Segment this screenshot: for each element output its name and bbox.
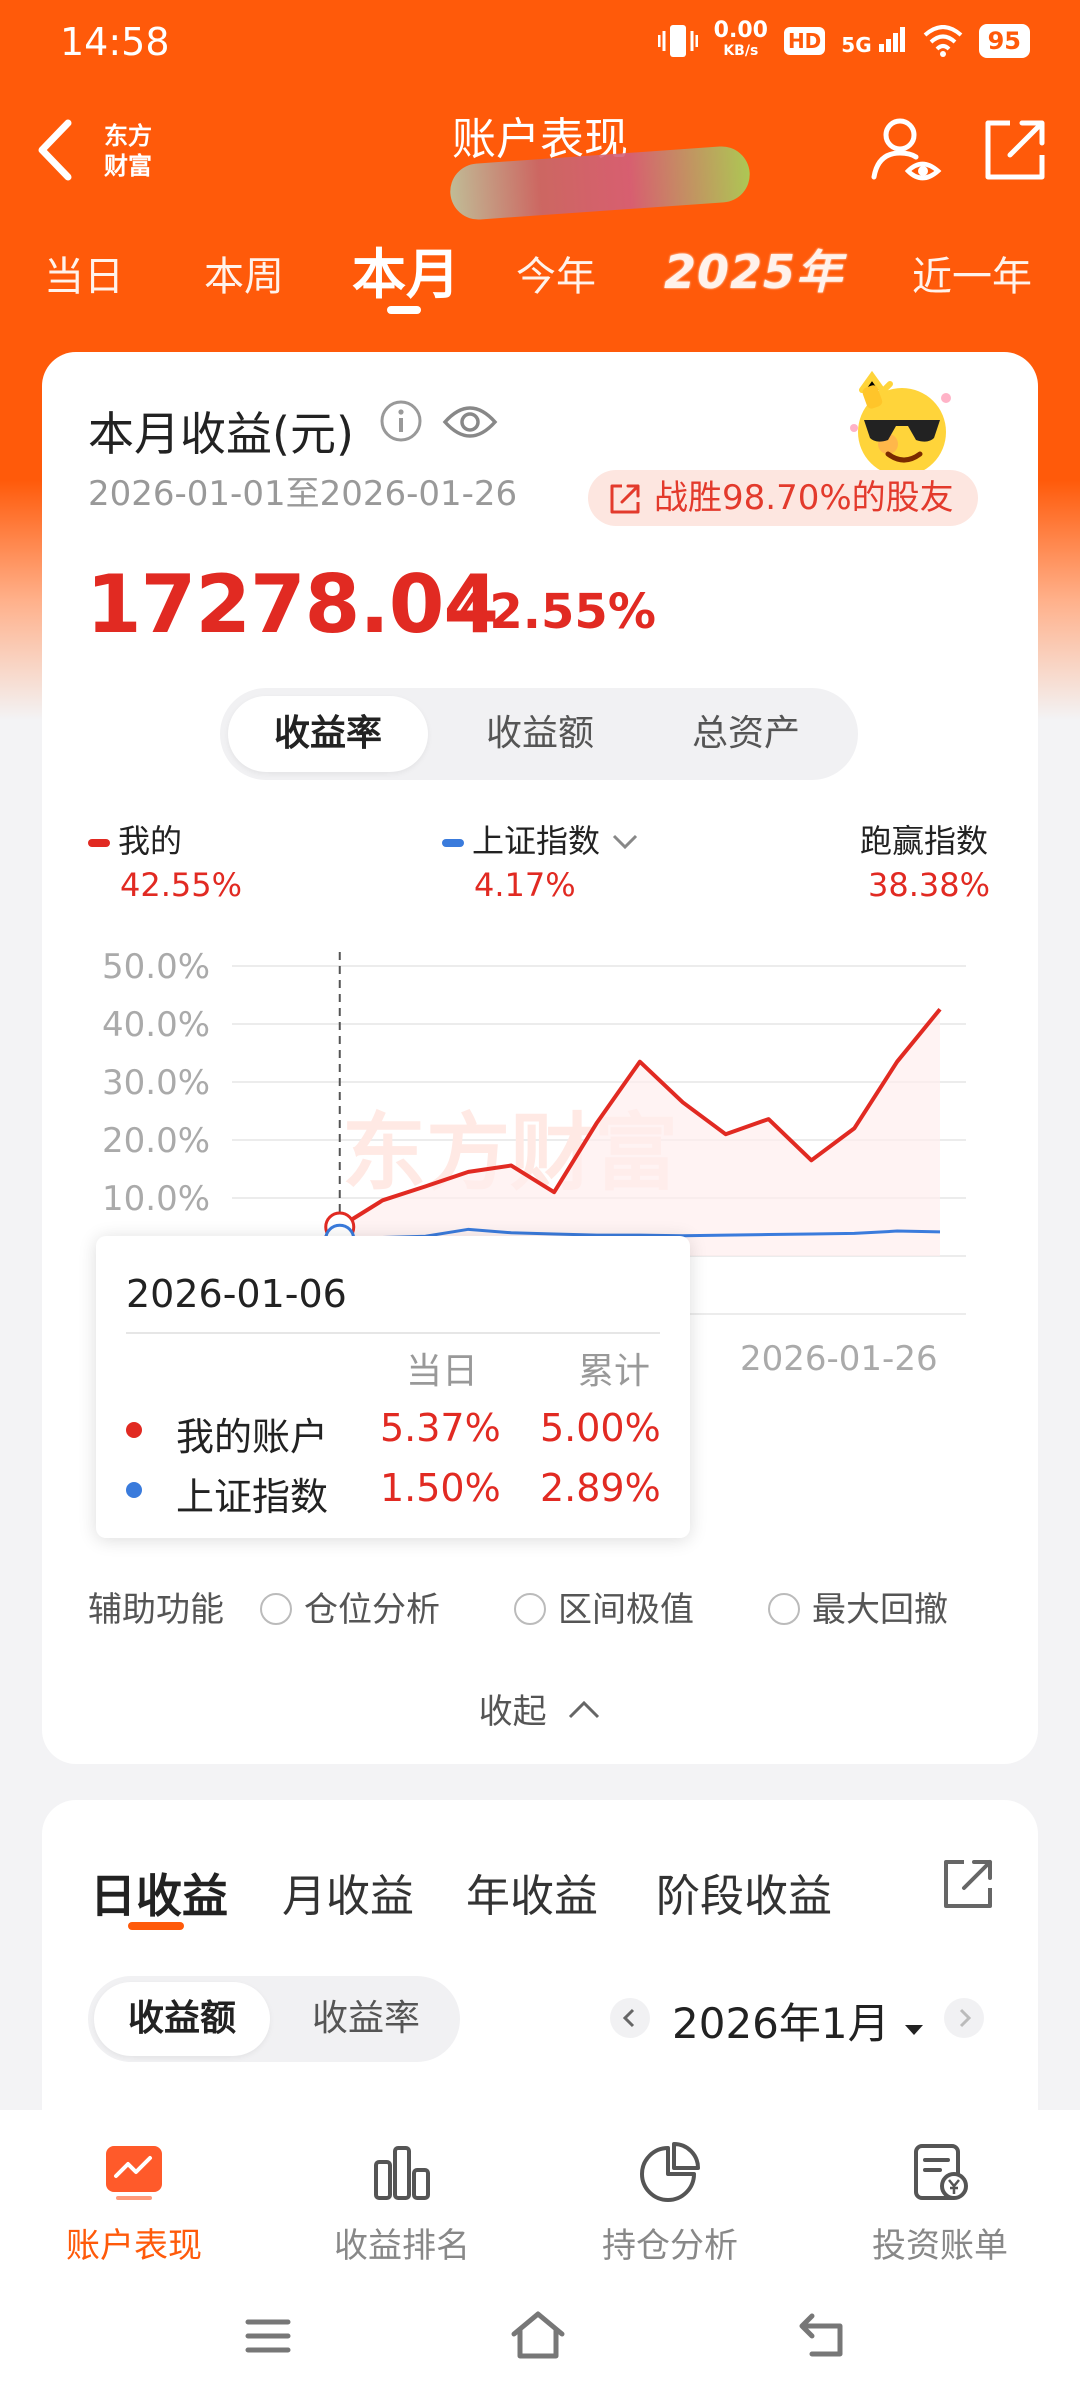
- vibrate-icon: [657, 25, 698, 57]
- radio-icon: [768, 1593, 800, 1625]
- legend-mine: 我的: [88, 816, 182, 862]
- tab-this-month[interactable]: 本月: [352, 230, 460, 309]
- month-next-button[interactable]: [944, 1998, 984, 2038]
- tooltip-col-total: 累计: [578, 1351, 651, 1392]
- chart-tooltip: 2026-01-06 当日 累计 我的账户 5.37% 5.00% 上证指数 1…: [96, 1236, 690, 1538]
- performance-card: 本月收益(元) 2026-01-01至2026-01-26 战胜98.70%的股…: [42, 352, 1038, 1764]
- tooltip-index-day: 1.50%: [380, 1466, 501, 1510]
- card-title: 本月收益(元): [88, 407, 354, 461]
- legend-index[interactable]: 上证指数: [442, 816, 640, 862]
- tooltip-mine-total: 5.00%: [540, 1406, 661, 1450]
- legend-mine-value: 42.55%: [120, 866, 243, 904]
- top-bar: 东方 财富 账户表现: [0, 95, 1080, 222]
- tooltip-index-total: 2.89%: [540, 1466, 661, 1510]
- aux-max-drawdown[interactable]: 最大回撤: [768, 1582, 948, 1631]
- status-time: 14:58: [60, 20, 170, 64]
- month-picker[interactable]: 2026年1月: [672, 1990, 925, 2051]
- metric-segmented-control: 收益率 收益额 总资产: [220, 688, 858, 780]
- back-icon[interactable]: [796, 2312, 848, 2358]
- aux-position-analysis[interactable]: 仓位分析: [260, 1582, 440, 1631]
- chevron-down-icon: [613, 834, 638, 850]
- status-icons: 0.00 KB/s HD 5G 95: [657, 18, 1030, 60]
- legend-index-value: 4.17%: [474, 866, 576, 904]
- profit-rate: 42.55%: [456, 584, 656, 640]
- sunglasses-emoji-icon: [850, 370, 951, 476]
- metric-total-assets[interactable]: 总资产: [646, 696, 846, 772]
- hd-badge: HD: [783, 27, 826, 55]
- legend-outperform-value: 38.38%: [868, 866, 991, 904]
- tab-this-year[interactable]: 今年: [516, 244, 596, 302]
- aux-label: 辅助功能: [88, 1590, 224, 1630]
- metric-profit-amount[interactable]: 收益额: [440, 696, 640, 772]
- info-icon[interactable]: [378, 398, 424, 444]
- home-icon[interactable]: [508, 2310, 568, 2360]
- tooltip-mine-day: 5.37%: [380, 1406, 501, 1450]
- month-prev-button[interactable]: [610, 1998, 650, 2038]
- legend-outperform: 跑赢指数: [860, 822, 989, 860]
- menu-icon[interactable]: [244, 2316, 292, 2356]
- account-view-icon[interactable]: [870, 115, 942, 187]
- tooltip-index-name: 上证指数: [176, 1475, 329, 1519]
- legend-mine-swatch: [88, 839, 110, 847]
- bar-chart-icon: [374, 2146, 430, 2200]
- chevron-left-icon: [622, 2008, 635, 2028]
- system-nav-bar: [0, 2200, 1080, 2360]
- beat-peers-badge[interactable]: 战胜98.70%的股友: [588, 470, 978, 526]
- wifi-icon: [923, 25, 962, 57]
- x-tick-label-end: 2026-01-26: [740, 1339, 938, 1379]
- share-icon[interactable]: [982, 117, 1048, 183]
- y-tick-label: 30.0%: [102, 1063, 210, 1103]
- tab-daily-profit[interactable]: 日收益: [90, 1860, 228, 1926]
- tab-stage-profit[interactable]: 阶段收益: [656, 1860, 832, 1924]
- profit-amount: 17278.04: [86, 558, 499, 651]
- y-tick-label: 10.0%: [102, 1179, 210, 1219]
- profit-metric-segmented-control: 收益额 收益率: [88, 1976, 460, 2062]
- tooltip-index-dot: [126, 1482, 142, 1498]
- caret-down-icon: [904, 2025, 923, 2035]
- pie-chart-icon: [640, 2142, 700, 2202]
- metric-return-rate[interactable]: 收益率: [228, 696, 428, 772]
- tooltip-divider: [126, 1332, 660, 1334]
- tooltip-col-day: 当日: [406, 1351, 479, 1392]
- share-small-icon: [610, 484, 640, 514]
- share-icon[interactable]: [940, 1856, 996, 1912]
- battery-icon: 95: [978, 24, 1030, 58]
- y-tick-label: 20.0%: [102, 1121, 210, 1161]
- active-tab-indicator: [387, 306, 421, 314]
- tab-last-year[interactable]: 近一年: [912, 244, 1032, 302]
- radio-icon: [514, 1593, 546, 1625]
- bill-icon: [914, 2144, 968, 2200]
- net-speed: 0.00 KB/s: [713, 18, 768, 60]
- signal-icon: 5G: [841, 26, 906, 57]
- tooltip-date: 2026-01-06: [126, 1272, 347, 1316]
- account-performance-icon: [106, 2146, 162, 2200]
- profit-metric-rate[interactable]: 收益率: [278, 1982, 454, 2056]
- tab-2025[interactable]: 2025年: [664, 236, 843, 302]
- radio-icon: [260, 1593, 292, 1625]
- status-bar: 14:58 0.00 KB/s HD 5G 95: [0, 0, 1080, 90]
- date-range: 2026-01-01至2026-01-26: [88, 474, 518, 514]
- legend-index-swatch: [442, 839, 464, 847]
- tab-monthly-profit[interactable]: 月收益: [282, 1860, 414, 1924]
- tab-yearly-profit[interactable]: 年收益: [466, 1860, 598, 1924]
- tooltip-mine-name: 我的账户: [176, 1415, 329, 1459]
- active-tab-indicator: [128, 1922, 184, 1930]
- eye-icon[interactable]: [442, 400, 498, 444]
- tab-this-week[interactable]: 本周: [204, 244, 284, 302]
- tab-today[interactable]: 当日: [44, 244, 124, 302]
- y-tick-label: 40.0%: [102, 1005, 210, 1045]
- chevron-up-icon: [569, 1700, 600, 1719]
- chevron-right-icon: [959, 2008, 972, 2028]
- collapse-button[interactable]: 收起: [42, 1684, 1038, 1733]
- tooltip-mine-dot: [126, 1422, 142, 1438]
- period-tabs: 当日 本周 本月 今年 2025年 近一年: [0, 230, 1080, 320]
- y-tick-label: 50.0%: [102, 947, 210, 987]
- profit-metric-amount[interactable]: 收益额: [94, 1982, 270, 2056]
- aux-range-extremes[interactable]: 区间极值: [514, 1582, 694, 1631]
